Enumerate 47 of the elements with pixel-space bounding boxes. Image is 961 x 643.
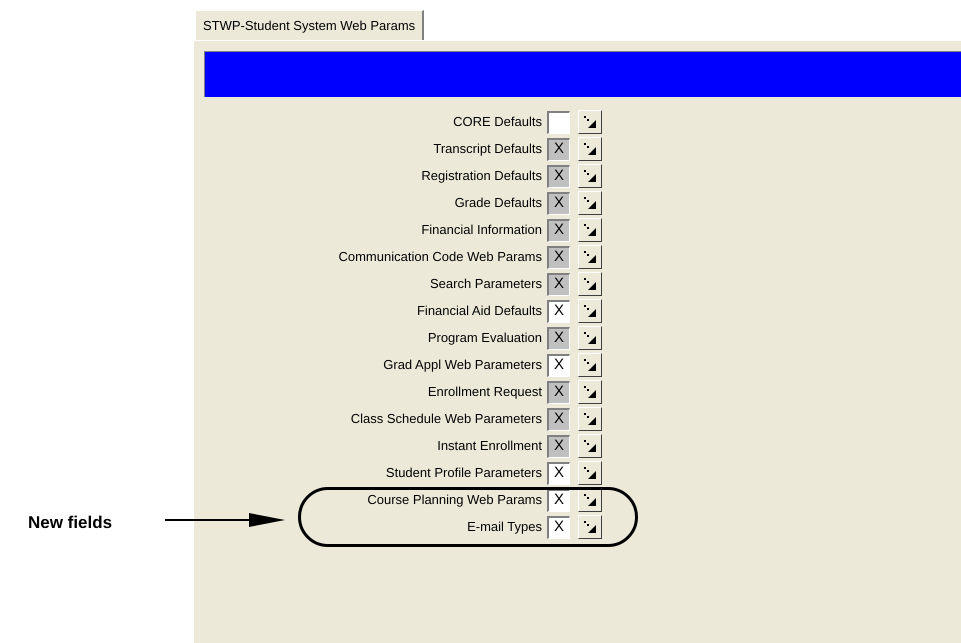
lookup-icon [583, 439, 597, 453]
lookup-button[interactable] [578, 164, 602, 188]
lookup-icon [583, 358, 597, 372]
lookup-icon [583, 142, 597, 156]
field-label: Program Evaluation [428, 330, 542, 346]
lookup-icon [583, 196, 597, 210]
lookup-icon [583, 223, 597, 237]
lookup-button[interactable] [578, 191, 602, 215]
lookup-icon [583, 250, 597, 264]
annotation-label: New fields [28, 512, 112, 534]
input-field[interactable]: X [547, 488, 570, 512]
field-label: Enrollment Request [428, 384, 542, 400]
field-label: E-mail Types [467, 519, 542, 535]
lookup-button[interactable] [578, 110, 602, 134]
lookup-button[interactable] [578, 407, 602, 431]
field-label: Course Planning Web Params [367, 492, 542, 508]
field-label: Grad Appl Web Parameters [383, 357, 542, 373]
input-field[interactable]: X [547, 354, 570, 376]
lookup-icon [583, 385, 597, 399]
lookup-button[interactable] [578, 461, 602, 485]
lookup-icon [583, 169, 597, 183]
lookup-button[interactable] [578, 272, 602, 296]
lookup-icon [583, 493, 597, 507]
lookup-button[interactable] [578, 137, 602, 161]
lookup-button[interactable] [578, 353, 602, 377]
lookup-icon [583, 412, 597, 426]
lookup-button[interactable] [578, 434, 602, 458]
input-field[interactable] [547, 110, 570, 134]
lookup-button[interactable] [578, 488, 602, 512]
lookup-button[interactable] [578, 326, 602, 350]
field-label: Transcript Defaults [433, 141, 542, 157]
lookup-icon [583, 115, 597, 129]
lookup-button[interactable] [578, 380, 602, 404]
lookup-icon [583, 466, 597, 480]
lookup-icon [583, 331, 597, 345]
input-field[interactable]: X [547, 300, 570, 322]
lookup-icon [583, 520, 597, 534]
lookup-button[interactable] [578, 245, 602, 269]
input-field[interactable]: X [547, 516, 570, 538]
lookup-icon [583, 277, 597, 291]
lookup-button[interactable] [578, 299, 602, 323]
field-label: Registration Defaults [421, 168, 542, 184]
tab[interactable]: STWP-Student System Web Params [195, 10, 424, 40]
lookup-button[interactable] [578, 218, 602, 242]
lookup-icon [583, 304, 597, 318]
input-field[interactable]: X [547, 462, 570, 484]
lookup-button[interactable] [578, 515, 602, 539]
